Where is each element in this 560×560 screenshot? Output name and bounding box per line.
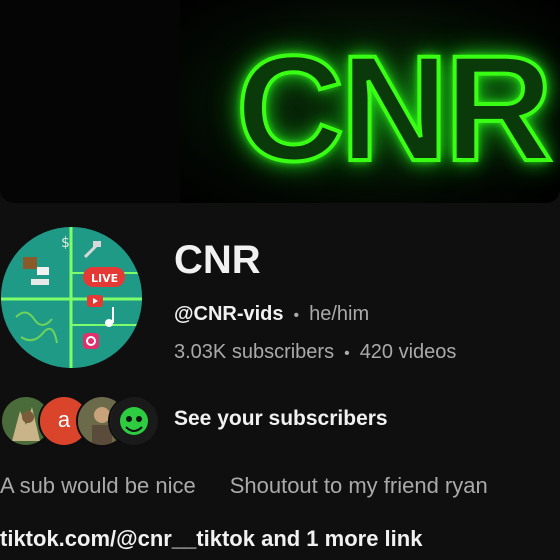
channel-page: CNR $ LIVE CNR @CNR-vids • he/him 3.03K … (0, 0, 560, 560)
subscriber-avatars[interactable]: a (0, 395, 160, 447)
description-line-2: Shoutout to my friend ryan (229, 473, 488, 498)
instagram-icon (83, 333, 99, 349)
handle-row: @CNR-vids • he/him (174, 300, 369, 330)
channel-avatar[interactable]: $ LIVE (1, 227, 142, 368)
channel-name: CNR (174, 238, 261, 282)
dollar-icon: $ (61, 235, 70, 251)
separator-dot: • (344, 345, 350, 362)
channel-handle: @CNR-vids (174, 303, 284, 325)
video-count: 420 videos (359, 341, 457, 363)
svg-text:LIVE: LIVE (91, 272, 118, 285)
subscriber-count: 3.03K subscribers (174, 341, 335, 363)
separator-dot: • (293, 307, 300, 324)
description-line-1: A sub would be nice (0, 473, 196, 498)
stats-row: 3.03K subscribers • 420 videos (174, 338, 456, 368)
subscriber-avatar (108, 395, 160, 447)
channel-links[interactable]: tiktok.com/@cnr__tiktok and 1 more link (0, 524, 560, 554)
see-subscribers-link[interactable]: See your subscribers (174, 405, 388, 433)
pronouns: he/him (309, 303, 370, 325)
live-badge-icon: LIVE (83, 267, 125, 287)
channel-banner: CNR (0, 0, 560, 203)
channel-description[interactable]: A sub would be nice Shoutout to my friend… (0, 471, 560, 501)
banner-logo-text: CNR (234, 24, 555, 192)
play-icon (87, 295, 103, 307)
svg-text:$: $ (61, 235, 70, 251)
